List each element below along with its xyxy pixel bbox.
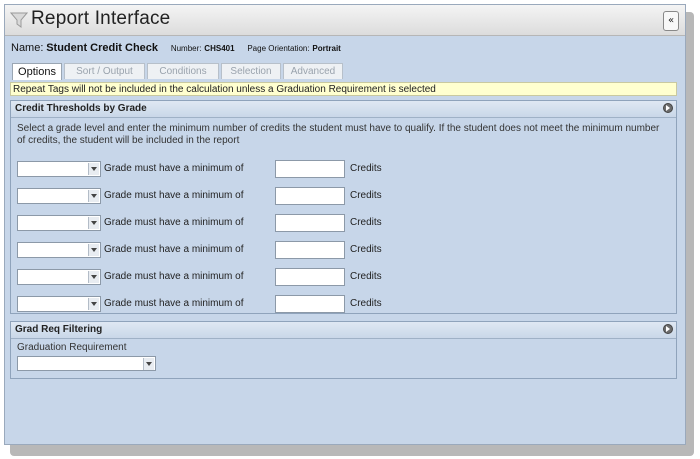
title-bar: Report Interface « [5,5,685,36]
tab-selection[interactable]: Selection [221,63,281,79]
name-label: Name: [11,42,44,54]
grad-req-header[interactable]: Grad Req Filtering [11,322,676,339]
page-orientation: Portrait [312,44,341,53]
threshold-row: Grade must have a minimum of Credits [17,295,417,314]
threshold-text: Grade must have a minimum of [104,217,244,228]
grade-select[interactable] [17,215,101,231]
tab-options[interactable]: Options [12,63,62,81]
report-number: CHS401 [204,44,235,53]
threshold-text: Grade must have a minimum of [104,163,244,174]
credits-input[interactable] [275,160,345,178]
threshold-text: Grade must have a minimum of [104,244,244,255]
threshold-row: Grade must have a minimum of Credits [17,160,417,179]
tab-sort-output[interactable]: Sort / Output [64,63,145,79]
report-info: Name: Student Credit Check Number: CHS40… [11,42,351,54]
grade-select[interactable] [17,242,101,258]
credits-input[interactable] [275,268,345,286]
threshold-text: Grade must have a minimum of [104,190,244,201]
tab-conditions[interactable]: Conditions [147,63,219,79]
credits-unit: Credits [350,163,382,174]
credit-thresholds-description: Select a grade level and enter the minim… [17,123,660,146]
chevron-down-icon [88,190,99,202]
credit-thresholds-title: Credit Thresholds by Grade [15,103,147,114]
credits-input[interactable] [275,187,345,205]
grad-req-panel: Grad Req Filtering Graduation Requiremen… [10,321,677,379]
credits-unit: Credits [350,190,382,201]
double-chevron-left-icon[interactable]: « [663,11,679,31]
credits-input[interactable] [275,295,345,313]
threshold-row: Grade must have a minimum of Credits [17,214,417,233]
credit-thresholds-panel: Credit Thresholds by Grade Select a grad… [10,100,677,314]
circle-arrow-icon[interactable] [663,103,673,113]
graduation-requirement-label: Graduation Requirement [17,342,127,353]
tab-advanced[interactable]: Advanced [283,63,343,79]
credits-input[interactable] [275,241,345,259]
orientation-label: Page Orientation: [247,44,310,53]
grade-select[interactable] [17,188,101,204]
circle-arrow-icon[interactable] [663,324,673,334]
credits-unit: Credits [350,298,382,309]
funnel-icon [10,12,28,28]
threshold-row: Grade must have a minimum of Credits [17,187,417,206]
chevron-down-icon [88,298,99,310]
threshold-text: Grade must have a minimum of [104,271,244,282]
chevron-down-icon [88,163,99,175]
repeat-tags-notice: Repeat Tags will not be included in the … [10,82,677,96]
credit-thresholds-header[interactable]: Credit Thresholds by Grade [11,101,676,118]
grade-select[interactable] [17,269,101,285]
chevron-down-icon [88,217,99,229]
chevron-down-icon [88,271,99,283]
report-name: Student Credit Check [46,42,159,54]
credits-unit: Credits [350,217,382,228]
threshold-text: Grade must have a minimum of [104,298,244,309]
credits-unit: Credits [350,244,382,255]
chevron-down-icon [88,244,99,256]
window-title: Report Interface [31,8,171,29]
threshold-row: Grade must have a minimum of Credits [17,268,417,287]
number-label: Number: [170,44,202,53]
credits-unit: Credits [350,271,382,282]
grade-select[interactable] [17,296,101,312]
threshold-row: Grade must have a minimum of Credits [17,241,417,260]
graduation-requirement-select[interactable] [17,356,156,371]
chevron-down-icon [143,358,154,370]
grad-req-title: Grad Req Filtering [15,324,103,335]
report-interface-window: Report Interface « Name: Student Credit … [4,4,686,445]
options-content: Repeat Tags will not be included in the … [10,80,677,438]
grade-select[interactable] [17,161,101,177]
credits-input[interactable] [275,214,345,232]
